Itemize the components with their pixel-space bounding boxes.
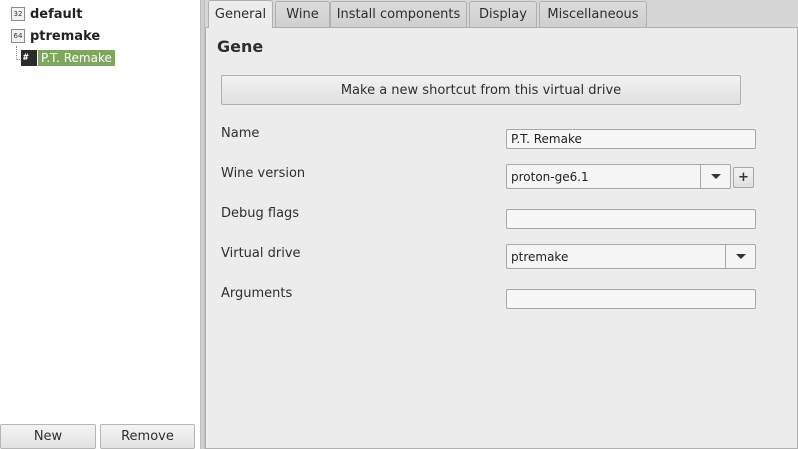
- tab-general[interactable]: General: [208, 0, 273, 28]
- general-panel: General Make a new shortcut from this vi…: [205, 27, 798, 449]
- virtual-drive-select[interactable]: ptremake: [506, 244, 756, 269]
- remove-button[interactable]: Remove: [100, 424, 195, 449]
- plus-icon: +: [738, 170, 749, 185]
- new-button[interactable]: New: [0, 424, 96, 449]
- panel-heading: General: [217, 37, 264, 56]
- virtual-drive-label: Virtual drive: [221, 246, 301, 261]
- virtual-drive-value: ptremake: [511, 249, 569, 264]
- application-icon: #: [21, 50, 37, 66]
- arch-32-icon: 32: [11, 7, 25, 21]
- virtual-drive-tree: 32 default 64 ptremake # P.T. Remake New…: [0, 0, 200, 449]
- make-shortcut-button[interactable]: Make a new shortcut from this virtual dr…: [221, 75, 741, 105]
- name-label: Name: [221, 126, 260, 141]
- arch-64-icon: 64: [11, 29, 25, 43]
- wine-version-value: proton-ge6.1: [511, 169, 589, 184]
- tab-display[interactable]: Display: [469, 1, 537, 27]
- tab-install-components[interactable]: Install components: [330, 1, 467, 27]
- settings-pane: General Wine Install components Display …: [205, 0, 798, 449]
- tree-item-default[interactable]: 32 default: [0, 3, 82, 25]
- chevron-down-icon[interactable]: [700, 165, 730, 188]
- tree-item-pt-remake[interactable]: # P.T. Remake: [0, 47, 115, 69]
- tab-wine[interactable]: Wine: [275, 1, 330, 27]
- debug-flags-input[interactable]: [506, 209, 756, 229]
- wine-version-select[interactable]: proton-ge6.1: [506, 164, 731, 189]
- wine-version-label: Wine version: [221, 166, 306, 181]
- tree-item-ptremake[interactable]: 64 ptremake: [0, 25, 100, 47]
- arguments-input[interactable]: [506, 289, 756, 309]
- name-input[interactable]: P.T. Remake: [506, 129, 756, 149]
- tab-miscellaneous[interactable]: Miscellaneous: [539, 1, 647, 27]
- tab-bar: General Wine Install components Display …: [205, 0, 798, 28]
- arguments-label: Arguments: [221, 286, 293, 301]
- tree-item-label: default: [30, 6, 83, 22]
- debug-flags-label: Debug flags: [221, 206, 300, 221]
- tree-item-label: ptremake: [30, 28, 101, 44]
- chevron-down-icon[interactable]: [725, 245, 755, 268]
- tree-item-label-selected: P.T. Remake: [38, 50, 115, 66]
- add-wine-version-button[interactable]: +: [733, 167, 754, 188]
